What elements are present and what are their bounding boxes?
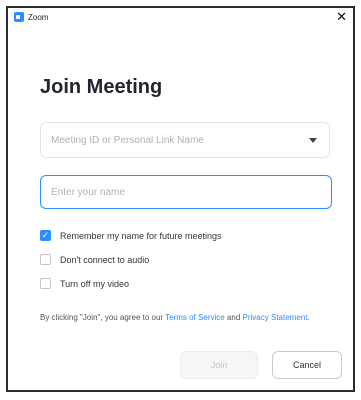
no-audio-label: Don't connect to audio [60, 254, 150, 265]
terms-notice: By clicking "Join", you agree to our Ter… [40, 312, 330, 324]
remember-name-label: Remember my name for future meetings [60, 230, 222, 241]
no-audio-checkbox[interactable] [40, 254, 51, 265]
privacy-statement-link[interactable]: Privacy Statement [243, 313, 308, 322]
join-button[interactable]: Join [180, 351, 258, 379]
zoom-logo-icon [14, 12, 24, 22]
page-title: Join Meeting [40, 76, 163, 98]
no-audio-option[interactable]: Don't connect to audio [40, 254, 149, 265]
video-off-option[interactable]: Turn off my video [40, 278, 129, 289]
terms-suffix: . [307, 313, 310, 322]
window-title: Zoom [28, 12, 49, 22]
terms-middle: and [224, 313, 243, 322]
join-meeting-window: Zoom ✕ Join Meeting Meeting ID or Person… [6, 6, 355, 392]
terms-prefix: By clicking "Join", you agree to our [40, 313, 166, 322]
remember-name-option[interactable]: ✓ Remember my name for future meetings [40, 230, 222, 241]
video-off-checkbox[interactable] [40, 278, 51, 289]
video-off-label: Turn off my video [60, 278, 130, 289]
remember-name-checkbox[interactable]: ✓ [40, 230, 51, 241]
terms-of-service-link[interactable]: Terms of Service [165, 313, 225, 322]
meeting-id-placeholder: Meeting ID or Personal Link Name [51, 134, 204, 146]
title-bar: Zoom ✕ [8, 8, 353, 26]
cancel-button[interactable]: Cancel [272, 351, 342, 379]
close-icon[interactable]: ✕ [336, 9, 347, 25]
chevron-down-icon[interactable] [309, 137, 317, 143]
meeting-id-select[interactable]: Meeting ID or Personal Link Name [40, 122, 330, 158]
name-input[interactable] [40, 175, 332, 209]
